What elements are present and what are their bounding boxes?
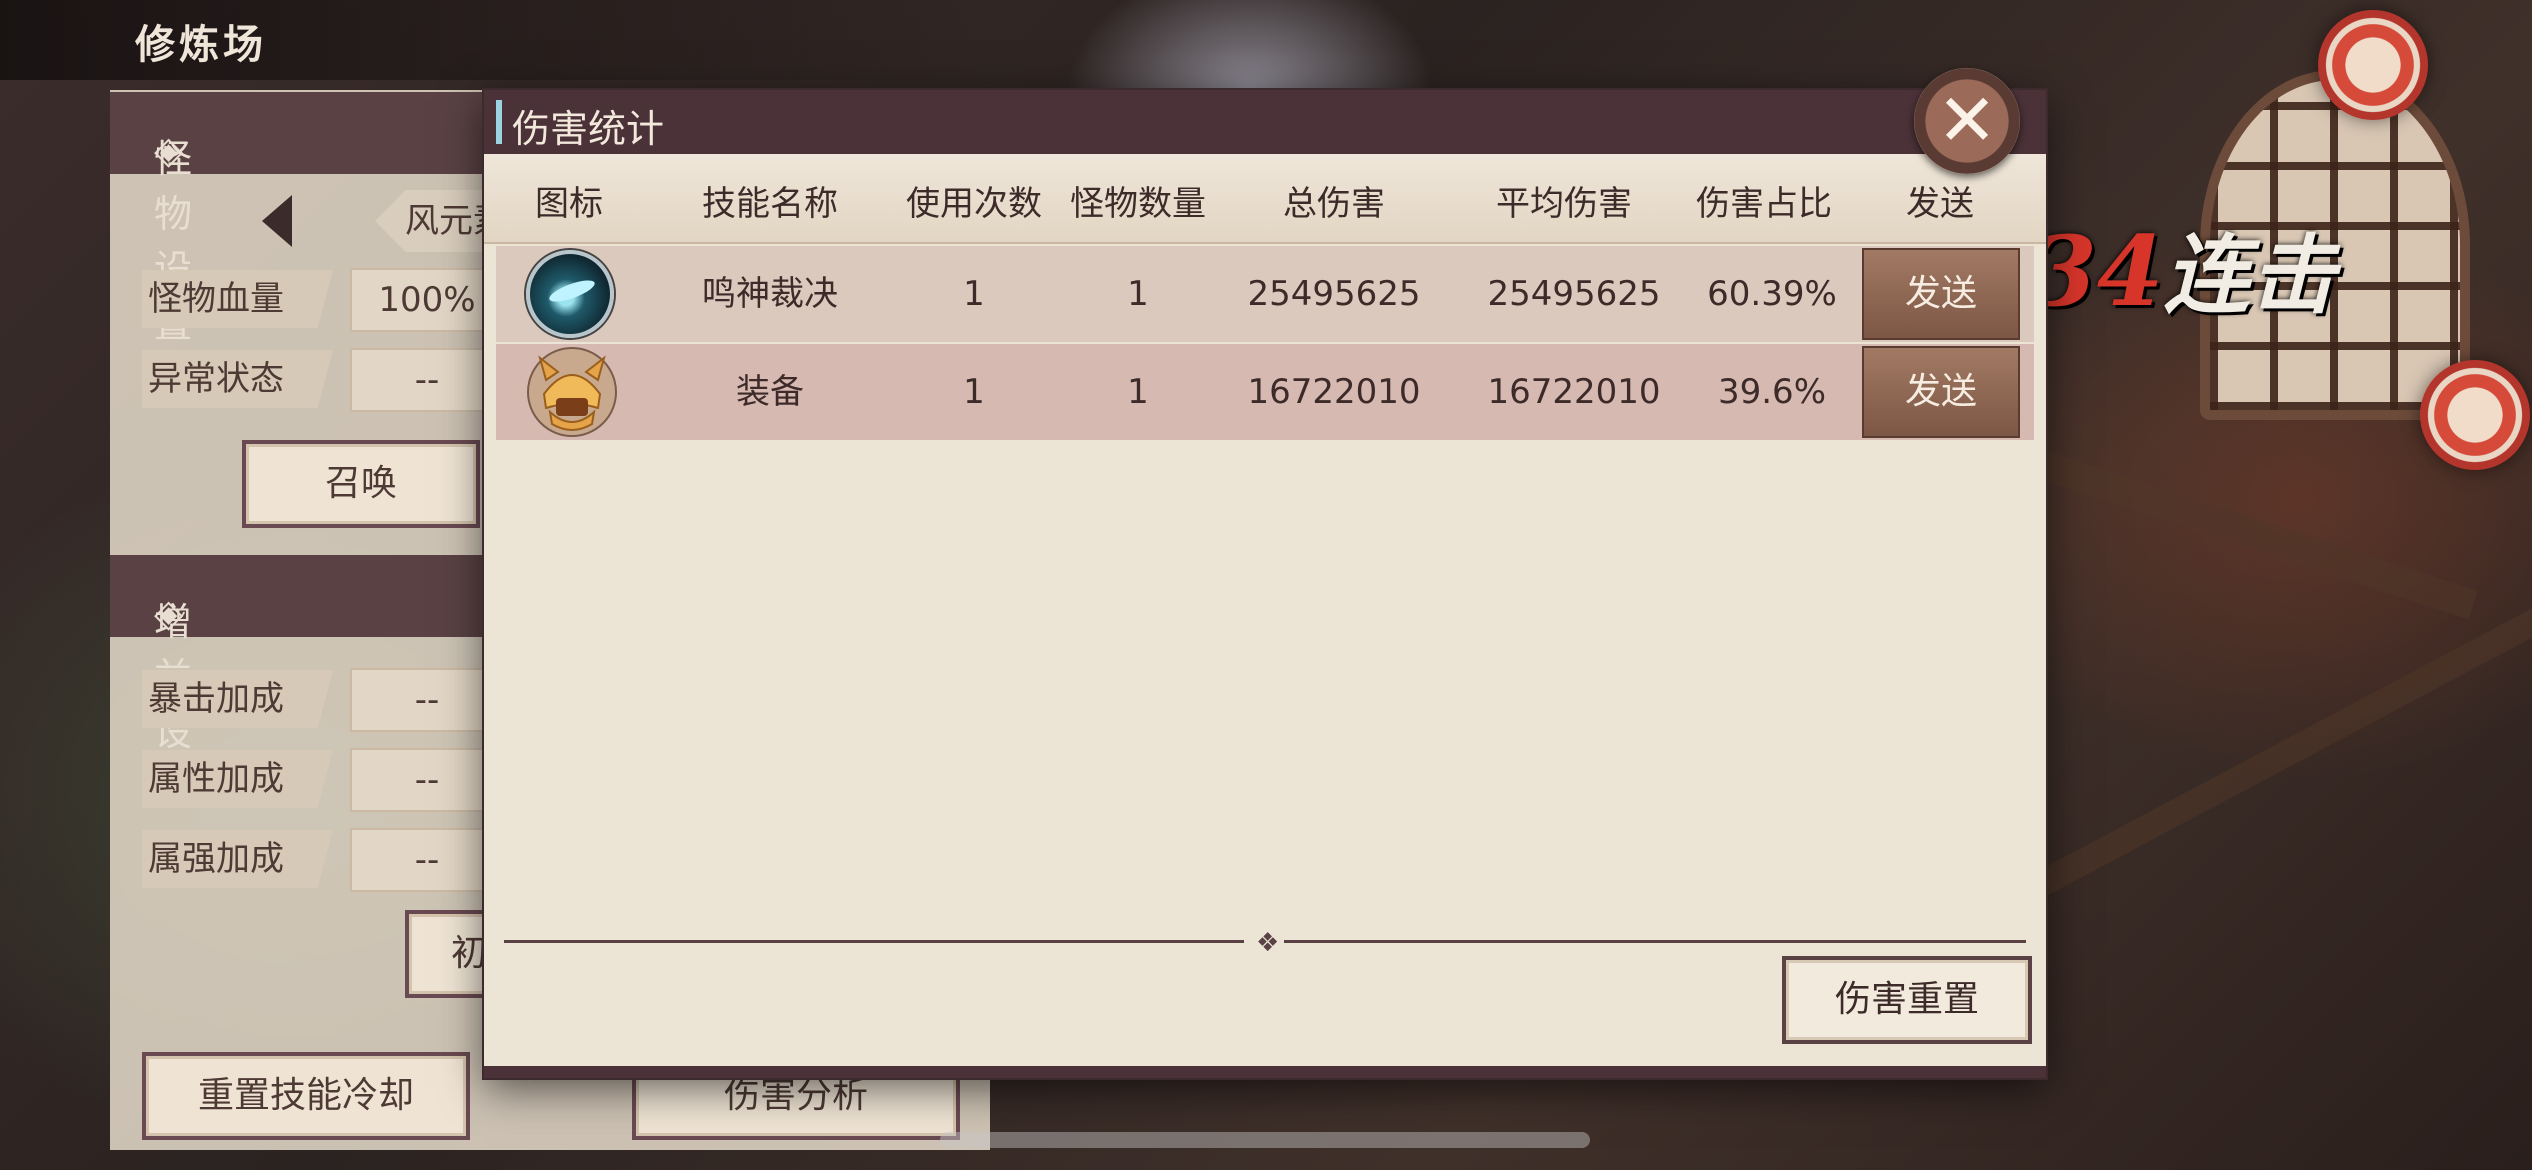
monster-hp-label: 怪物血量 [142, 270, 333, 328]
crit-bonus-label: 暴击加成 [142, 670, 333, 728]
col-header-damage-ratio: 伤害占比 [1696, 184, 1832, 224]
damage-reset-button[interactable]: 伤害重置 [1782, 956, 2032, 1044]
golden-helmet-equipment-icon [527, 347, 617, 437]
use-count: 1 [963, 372, 985, 412]
attribute-bonus-value[interactable]: -- [350, 748, 504, 812]
col-header-total-damage: 总伤害 [1283, 184, 1385, 224]
chevron-left-icon[interactable] [262, 195, 292, 247]
monster-hp-value[interactable]: 100% [350, 268, 504, 332]
monster-count: 1 [1127, 372, 1149, 412]
close-icon[interactable]: ✕ [1914, 68, 2020, 174]
use-count: 1 [963, 274, 985, 314]
send-button[interactable]: 发送 [1862, 346, 2020, 438]
damage-ratio: 39.6% [1717, 372, 1826, 412]
dialog-title: 伤害统计 [512, 107, 665, 151]
col-header-average-damage: 平均伤害 [1496, 184, 1632, 224]
combo-number: 34 [2030, 215, 2164, 328]
total-damage: 25495625 [1247, 274, 1421, 314]
summon-button[interactable]: 召唤 [242, 440, 480, 528]
divider-line [504, 940, 1244, 943]
send-button[interactable]: 发送 [1862, 248, 2020, 340]
reset-cooldown-button[interactable]: 重置技能冷却 [142, 1052, 470, 1140]
combo-label: 连击 [2163, 225, 2336, 326]
damage-statistics-dialog: 伤害统计 图标 技能名称 使用次数 怪物数量 总伤害 平均伤害 伤害占比 发送 … [484, 90, 2046, 1078]
red-lantern [2318, 10, 2428, 120]
monster-count: 1 [1127, 274, 1149, 314]
total-damage: 16722010 [1247, 372, 1421, 412]
combo-counter: 34连击 [2030, 205, 2336, 330]
dialog-header: 伤害统计 [484, 90, 2046, 154]
skill-name: 装备 [736, 372, 804, 412]
ice-slash-skill-icon [526, 250, 614, 338]
average-damage: 16722010 [1487, 372, 1661, 412]
abnormal-status-value[interactable]: -- [350, 348, 504, 412]
abnormal-status-label: 异常状态 [142, 350, 333, 408]
attribute-bonus-label: 属性加成 [142, 750, 333, 808]
col-header-icon: 图标 [535, 184, 603, 224]
col-header-send: 发送 [1906, 184, 1974, 224]
red-lantern [2420, 360, 2530, 470]
skill-name: 鸣神裁决 [702, 274, 838, 314]
divider: ❖ [504, 928, 2026, 958]
table-row: 装备 1 1 16722010 16722010 39.6% 发送 [496, 344, 2034, 440]
table-row: 鸣神裁决 1 1 25495625 25495625 60.39% 发送 [496, 246, 2034, 342]
dialog-bottom-border [484, 1066, 2046, 1078]
header-accent [496, 100, 502, 144]
damage-ratio: 60.39% [1707, 274, 1837, 314]
attribute-strength-value[interactable]: -- [350, 828, 504, 892]
diamond-ornament-icon: ❖ [1256, 928, 1280, 958]
col-header-use-count: 使用次数 [906, 184, 1042, 224]
home-indicator[interactable] [940, 1132, 1590, 1148]
divider-line [1284, 940, 2026, 943]
col-header-skill-name: 技能名称 [702, 184, 838, 224]
col-header-monster-count: 怪物数量 [1070, 184, 1206, 224]
attribute-strength-label: 属强加成 [142, 830, 333, 888]
average-damage: 25495625 [1487, 274, 1661, 314]
scene-title-bar: 修炼场 [0, 0, 1000, 80]
scene-title: 修炼场 [135, 21, 267, 68]
crit-bonus-value[interactable]: -- [350, 668, 504, 732]
table-header: 图标 技能名称 使用次数 怪物数量 总伤害 平均伤害 伤害占比 发送 [484, 154, 2046, 244]
